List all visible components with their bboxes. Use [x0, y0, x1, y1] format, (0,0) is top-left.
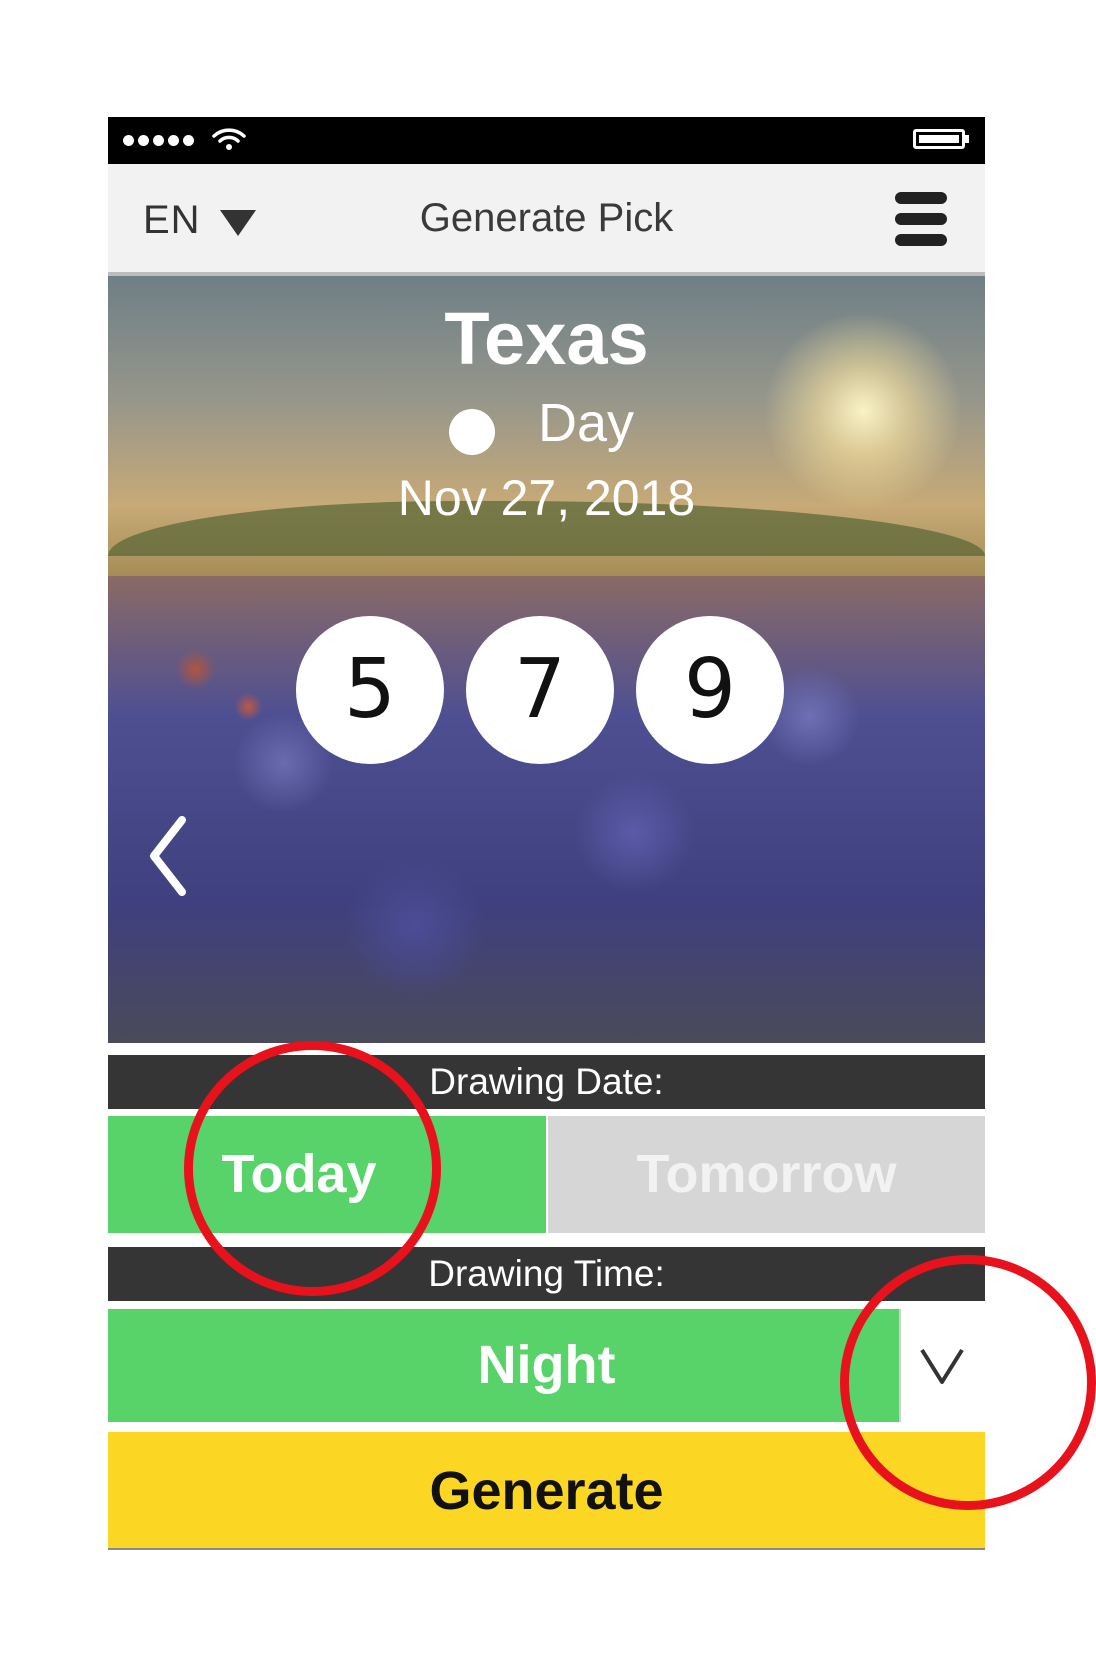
hero-banner: Texas Day Nov 27, 2018 5 7 9 [108, 276, 985, 1043]
status-bar [108, 117, 985, 164]
state-title: Texas [444, 297, 649, 380]
page-title: Generate Pick [419, 196, 674, 240]
top-navbar: EN Generate Pick [108, 164, 985, 276]
period-dot-icon [449, 409, 495, 455]
battery-tip [965, 135, 969, 143]
hamburger-menu-icon[interactable] [895, 192, 947, 246]
signal-dots-icon [123, 135, 194, 146]
today-label: Today [221, 1144, 377, 1204]
drawing-time-select[interactable]: Night [108, 1309, 899, 1422]
phone-frame: EN Generate Pick Texas Day Nov 27, 2018 … [108, 117, 985, 1552]
number-ball: 5 [296, 616, 444, 764]
drawing-time-label: Drawing Time: [108, 1247, 985, 1301]
battery-icon [913, 129, 965, 149]
chevron-left-icon[interactable] [148, 816, 188, 896]
drawing-date-label: Drawing Date: [108, 1055, 985, 1109]
drawing-time-dropdown-button[interactable] [899, 1309, 985, 1422]
period-label: Day [538, 393, 635, 453]
drawing-time-value: Night [477, 1335, 616, 1395]
number-ball: 9 [636, 616, 784, 764]
generate-button[interactable]: Generate [108, 1432, 985, 1550]
draw-date: Nov 27, 2018 [397, 470, 696, 526]
pick-numbers: 5 7 9 [296, 616, 796, 766]
wifi-icon [212, 128, 246, 150]
number-ball: 7 [466, 616, 614, 764]
today-button[interactable]: Today [108, 1116, 546, 1233]
chevron-down-icon [920, 1348, 964, 1384]
tomorrow-button[interactable]: Tomorrow [548, 1116, 985, 1233]
